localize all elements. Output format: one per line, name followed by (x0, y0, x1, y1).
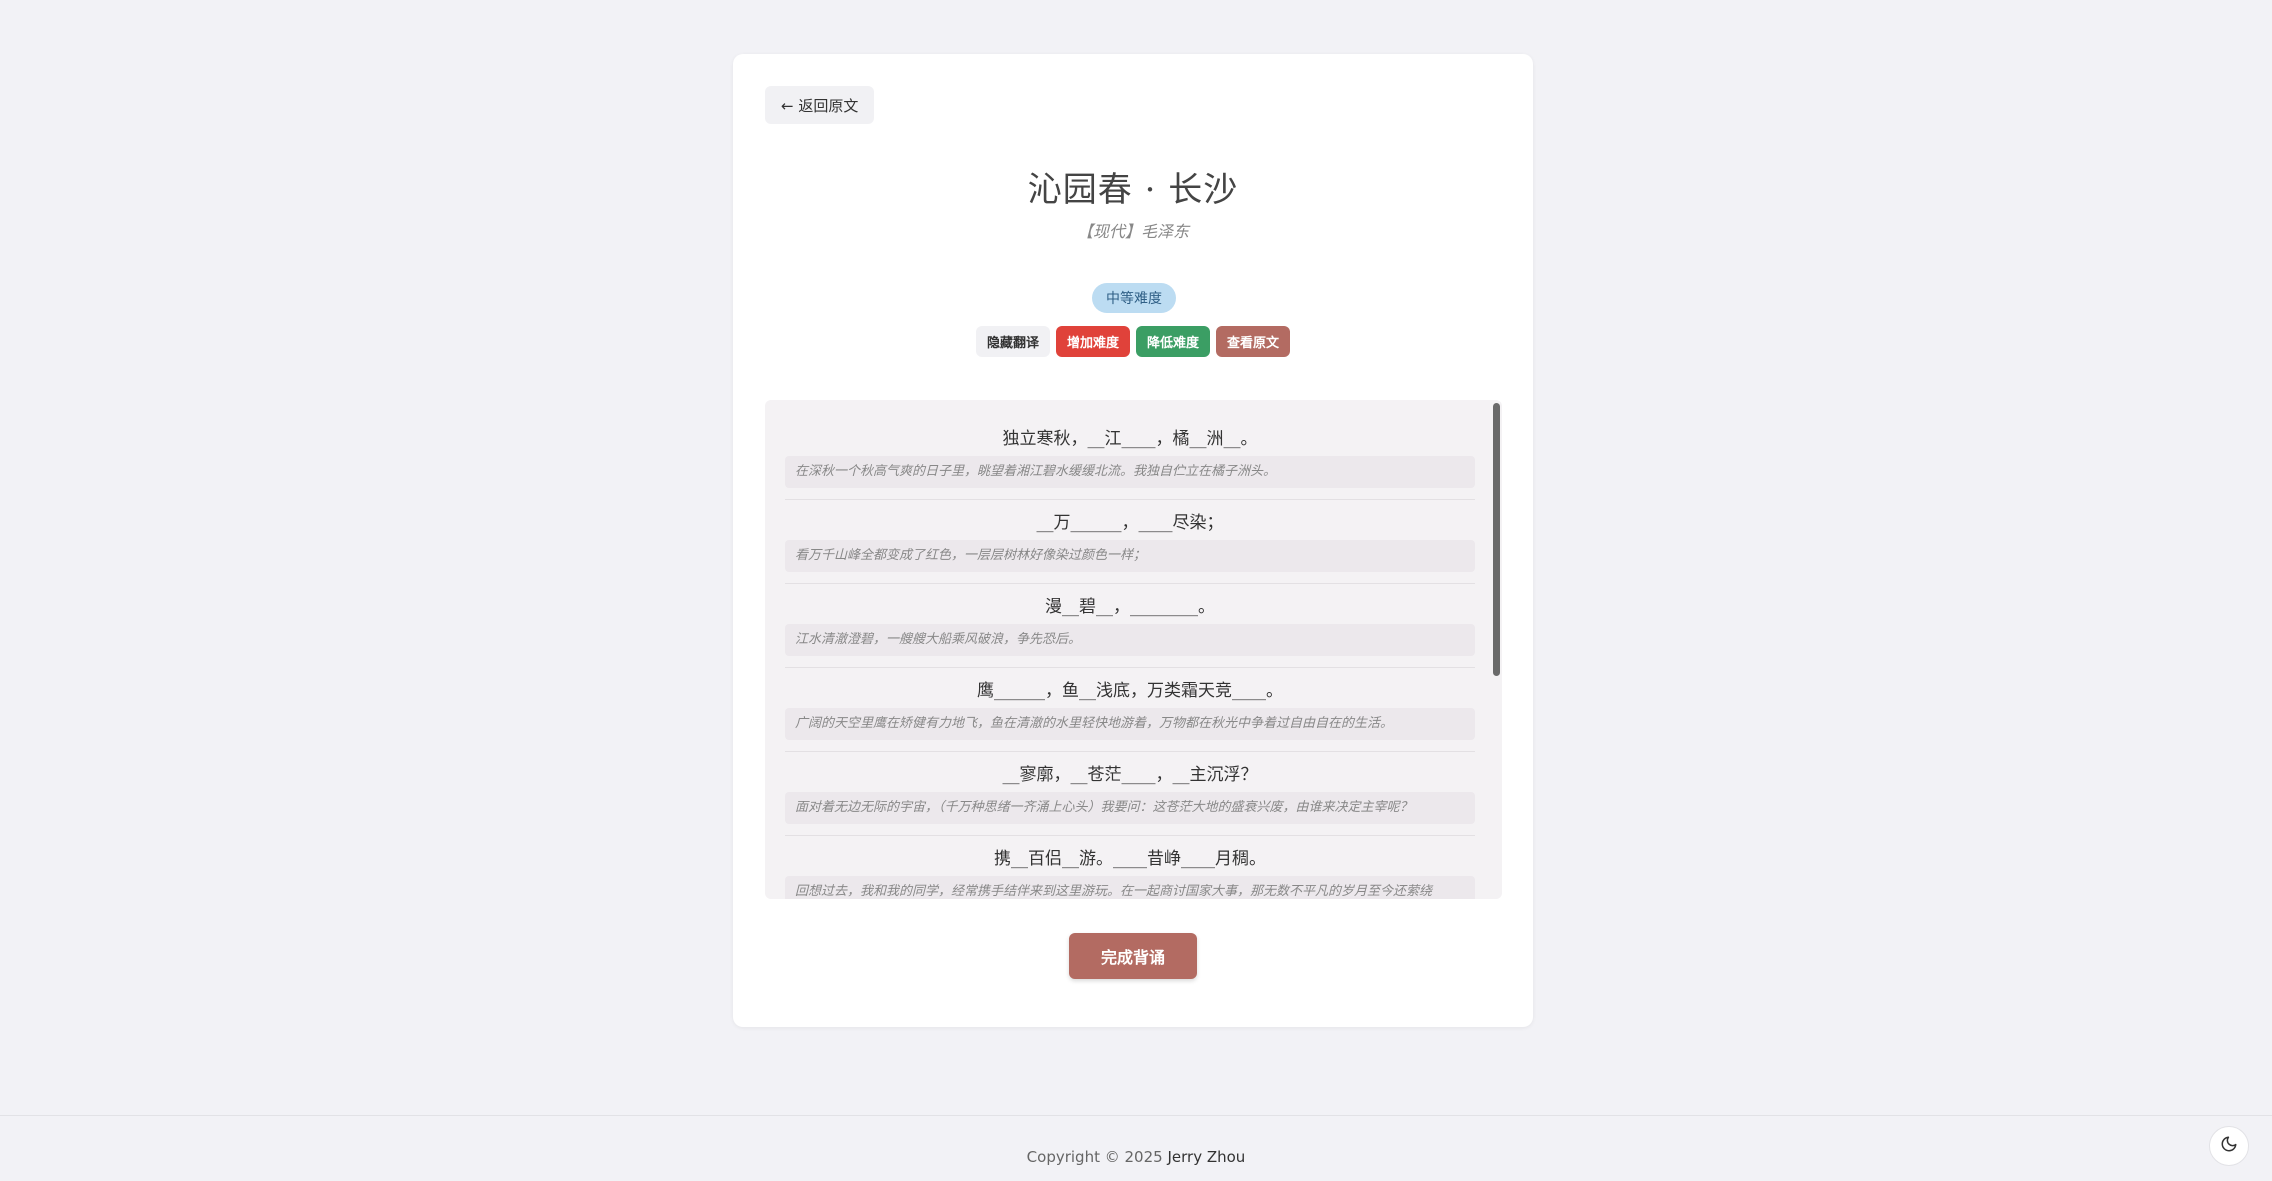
difficulty-badge: 中等难度 (1092, 283, 1176, 313)
theme-toggle-button[interactable] (2209, 1126, 2249, 1166)
translation-text: 看万千山峰全都变成了红色，一层层树林好像染过颜色一样； (785, 540, 1475, 572)
poem-lines: 独立寒秋，__江____，橘__洲__。 在深秋一个秋高气爽的日子里，眺望着湘江… (785, 426, 1475, 899)
page: ← 返回原文 沁园春 · 长沙 【现代】毛泽东 中等难度 隐藏翻译 增加难度 降… (0, 0, 2272, 1181)
translation-text: 面对着无边无际的宇宙，（千万种思绪一齐涌上心头）我要问：这苍茫大地的盛衰兴废，由… (785, 792, 1475, 824)
poem-line: 携__百侣__游。____昔峥____月稠。 回想过去，我和我的同学，经常携手结… (785, 846, 1475, 899)
poem-line: 漫__碧__，________。 江水清澈澄碧，一艘艘大船乘风破浪，争先恐后。 (785, 594, 1475, 668)
translation-text: 在深秋一个秋高气爽的日子里，眺望着湘江碧水缓缓北流。我独自伫立在橘子洲头。 (785, 456, 1475, 488)
poem-lines-scroll-area[interactable]: 独立寒秋，__江____，橘__洲__。 在深秋一个秋高气爽的日子里，眺望着湘江… (765, 400, 1502, 899)
footer-divider (0, 1115, 2272, 1116)
decrease-difficulty-button[interactable]: 降低难度 (1136, 326, 1211, 357)
author-link[interactable]: Jerry Zhou (1167, 1148, 1245, 1166)
hide-translation-button[interactable]: 隐藏翻译 (975, 326, 1050, 357)
poem-author: 【现代】毛泽东 (1076, 222, 1189, 241)
verse-text: 独立寒秋，__江____，橘__洲__。 (1002, 429, 1258, 449)
translation-text: 回想过去，我和我的同学，经常携手结伴来到这里游玩。在一起商讨国家大事，那无数不平… (785, 876, 1475, 899)
view-original-button[interactable]: 查看原文 (1216, 326, 1291, 357)
difficulty-controls: 隐藏翻译 增加难度 降低难度 查看原文 (733, 326, 1533, 357)
lines-scrollbar[interactable] (1490, 400, 1502, 899)
poem-line: 独立寒秋，__江____，橘__洲__。 在深秋一个秋高气爽的日子里，眺望着湘江… (785, 426, 1475, 500)
copyright-text: Copyright © 2025 (1026, 1148, 1163, 1166)
footer: Copyright © 2025 Jerry Zhou (0, 1148, 2272, 1166)
translation-text: 广阔的天空里鹰在矫健有力地飞，鱼在清澈的水里轻快地游着，万物都在秋光中争着过自由… (785, 708, 1475, 740)
back-button-label: ← 返回原文 (781, 96, 859, 115)
verse-text: 鹰______，鱼__浅底，万类霜天竞____。 (977, 681, 1283, 701)
moon-icon (2220, 1135, 2238, 1157)
translation-text: 江水清澈澄碧，一艘艘大船乘风破浪，争先恐后。 (785, 624, 1475, 656)
verse-text: 携__百侣__游。____昔峥____月稠。 (994, 849, 1266, 869)
verse-text: __万______，____尽染； (1036, 513, 1224, 533)
poem-line: __寥廓，__苍茫____，__主沉浮？ 面对着无边无际的宇宙，（千万种思绪一齐… (785, 762, 1475, 836)
recitation-card: ← 返回原文 沁园春 · 长沙 【现代】毛泽东 中等难度 隐藏翻译 增加难度 降… (733, 54, 1533, 1027)
verse-text: __寥廓，__苍茫____，__主沉浮？ (1002, 765, 1258, 785)
verse-text: 漫__碧__，________。 (1045, 597, 1215, 617)
poem-line: __万______，____尽染； 看万千山峰全都变成了红色，一层层树林好像染过… (785, 510, 1475, 584)
increase-difficulty-button[interactable]: 增加难度 (1055, 326, 1130, 357)
finish-recitation-button[interactable]: 完成背诵 (1069, 933, 1197, 979)
poem-line: 鹰______，鱼__浅底，万类霜天竞____。 广阔的天空里鹰在矫健有力地飞，… (785, 678, 1475, 752)
back-to-original-button[interactable]: ← 返回原文 (765, 86, 875, 124)
page-scrollbar[interactable] (2266, 0, 2272, 1181)
poem-title: 沁园春 · 长沙 (1027, 170, 1239, 210)
lines-scrollbar-thumb[interactable] (1493, 403, 1500, 676)
